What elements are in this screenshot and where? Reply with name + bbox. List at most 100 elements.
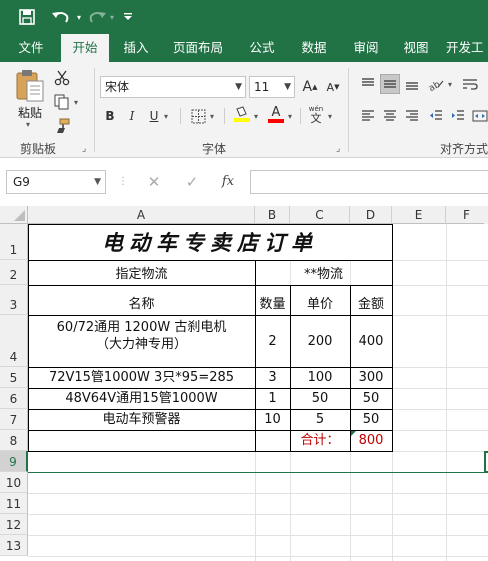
formula-bar-grip-icon[interactable]: ⋮ xyxy=(118,172,128,192)
tab-file[interactable]: 文件 xyxy=(8,34,54,62)
gridline xyxy=(28,493,488,494)
worksheet-grid[interactable]: A B C D E F 1 2 3 4 5 6 7 8 9 10 11 12 1… xyxy=(0,206,488,561)
copy-dropdown-icon[interactable]: ▾ xyxy=(74,98,78,107)
font-name-combo[interactable]: 宋体 ▼ xyxy=(100,76,246,98)
align-right-icon[interactable] xyxy=(402,106,422,126)
font-size-combo[interactable]: 11 ▼ xyxy=(249,76,295,98)
item-1-amount: 400 xyxy=(358,333,384,349)
row-header-4[interactable]: 4 xyxy=(0,315,28,367)
paste-icon[interactable] xyxy=(14,68,46,102)
item-1-unit-price: 200 xyxy=(307,333,333,349)
row-header-13[interactable]: 13 xyxy=(0,535,28,556)
name-box-value: G9 xyxy=(13,175,30,189)
customize-qat-icon[interactable] xyxy=(120,7,136,27)
align-bottom-icon[interactable] xyxy=(402,74,422,94)
gridline xyxy=(28,535,488,536)
save-icon[interactable] xyxy=(16,7,38,27)
chevron-down-icon[interactable]: ▼ xyxy=(94,171,101,193)
gridline xyxy=(28,514,488,515)
row-header-3[interactable]: 3 xyxy=(0,285,28,315)
item-3-name: 48V64V通用15管1000W xyxy=(65,391,218,406)
increase-indent-icon[interactable] xyxy=(448,106,468,126)
cancel-icon[interactable]: ✕ xyxy=(142,172,166,192)
insert-function-button[interactable]: fx xyxy=(216,172,240,192)
select-all-corner[interactable] xyxy=(0,206,28,224)
row-header-1[interactable]: 1 xyxy=(0,224,28,260)
row-header-10[interactable]: 10 xyxy=(0,472,28,493)
borders-icon[interactable] xyxy=(188,106,208,126)
align-middle-icon[interactable] xyxy=(380,74,400,94)
header-quantity: 数量 xyxy=(259,297,286,312)
table-border xyxy=(392,224,393,452)
tab-formulas[interactable]: 公式 xyxy=(240,34,284,62)
phonetic-guide-icon[interactable]: wén 文 xyxy=(306,104,326,124)
column-header-e[interactable]: E xyxy=(392,206,446,224)
title-bar: ▾ ▾ xyxy=(0,0,488,34)
underline-dropdown-icon[interactable]: ▾ xyxy=(164,112,168,121)
paste-dropdown-icon[interactable]: ▾ xyxy=(26,120,30,129)
undo-dropdown-icon[interactable]: ▾ xyxy=(74,7,84,27)
increase-font-size-icon[interactable]: A ▲ xyxy=(300,77,320,97)
column-header-b[interactable]: B xyxy=(255,206,290,224)
borders-dropdown-icon[interactable]: ▾ xyxy=(210,112,214,121)
redo-dropdown-icon[interactable]: ▾ xyxy=(108,7,116,27)
font-color-dropdown-icon[interactable]: ▾ xyxy=(288,112,292,121)
orientation-dropdown-icon[interactable]: ▾ xyxy=(448,80,452,89)
column-header-d[interactable]: D xyxy=(350,206,392,224)
decrease-font-size-icon[interactable]: A ▼ xyxy=(323,77,343,97)
undo-icon[interactable] xyxy=(48,7,74,27)
tab-home[interactable]: 开始 xyxy=(61,34,109,62)
tab-insert[interactable]: 插入 xyxy=(114,34,158,62)
tab-data[interactable]: 数据 xyxy=(292,34,336,62)
format-painter-icon[interactable] xyxy=(52,116,72,136)
column-header-f[interactable]: F xyxy=(446,206,488,224)
fill-color-dropdown-icon[interactable]: ▾ xyxy=(254,112,258,121)
row-header-12[interactable]: 12 xyxy=(0,514,28,535)
tab-review[interactable]: 审阅 xyxy=(344,34,388,62)
total-label: 合计： xyxy=(300,433,340,448)
row-header-9[interactable]: 9 xyxy=(0,451,28,472)
tab-view[interactable]: 视图 xyxy=(394,34,438,62)
fill-color-icon[interactable] xyxy=(232,104,252,124)
align-top-icon[interactable] xyxy=(358,74,378,94)
chevron-down-icon[interactable]: ▼ xyxy=(284,77,291,97)
tab-developer[interactable]: 开发工 xyxy=(446,34,488,62)
redo-icon[interactable] xyxy=(86,7,108,27)
italic-button[interactable]: I xyxy=(122,106,142,126)
chevron-down-icon[interactable]: ▼ xyxy=(235,77,242,97)
phonetic-dropdown-icon[interactable]: ▾ xyxy=(328,112,332,121)
enter-icon[interactable]: ✓ xyxy=(180,172,204,192)
formula-indicator-icon xyxy=(351,431,356,436)
row-header-11[interactable]: 11 xyxy=(0,493,28,514)
font-color-icon[interactable]: A xyxy=(266,104,286,124)
wrap-text-icon[interactable] xyxy=(460,74,480,94)
decrease-indent-icon[interactable] xyxy=(426,106,446,126)
paste-button[interactable]: 粘贴 xyxy=(14,104,46,121)
row-header-6[interactable]: 6 xyxy=(0,388,28,409)
selected-row-indicator xyxy=(28,472,488,473)
font-launcher-icon[interactable]: ⌟ xyxy=(336,144,340,154)
row-header-5[interactable]: 5 xyxy=(0,367,28,388)
merge-center-icon[interactable] xyxy=(470,106,488,126)
copy-icon[interactable] xyxy=(52,92,72,112)
clipboard-launcher-icon[interactable]: ⌟ xyxy=(82,144,86,154)
row-header-2[interactable]: 2 xyxy=(0,260,28,285)
gridline xyxy=(28,556,488,557)
name-box[interactable]: G9 ▼ xyxy=(6,170,106,194)
row-header-7[interactable]: 7 xyxy=(0,409,28,430)
column-header-a[interactable]: A xyxy=(28,206,255,224)
tab-page-layout[interactable]: 页面布局 xyxy=(166,34,230,62)
active-cell-g9[interactable] xyxy=(484,451,488,473)
group-separator xyxy=(224,108,225,124)
align-center-icon[interactable] xyxy=(380,106,400,126)
underline-button[interactable]: U xyxy=(144,106,164,126)
bold-button[interactable]: B xyxy=(100,106,120,126)
orientation-icon[interactable]: ab xyxy=(426,74,446,94)
row-header-8[interactable]: 8 xyxy=(0,430,28,451)
align-left-icon[interactable] xyxy=(358,106,378,126)
alignment-group-label: 对齐方式 xyxy=(440,142,488,156)
item-2-amount: 300 xyxy=(358,370,384,385)
column-header-c[interactable]: C xyxy=(290,206,350,224)
cut-icon[interactable] xyxy=(52,68,72,88)
formula-input[interactable] xyxy=(250,170,488,194)
